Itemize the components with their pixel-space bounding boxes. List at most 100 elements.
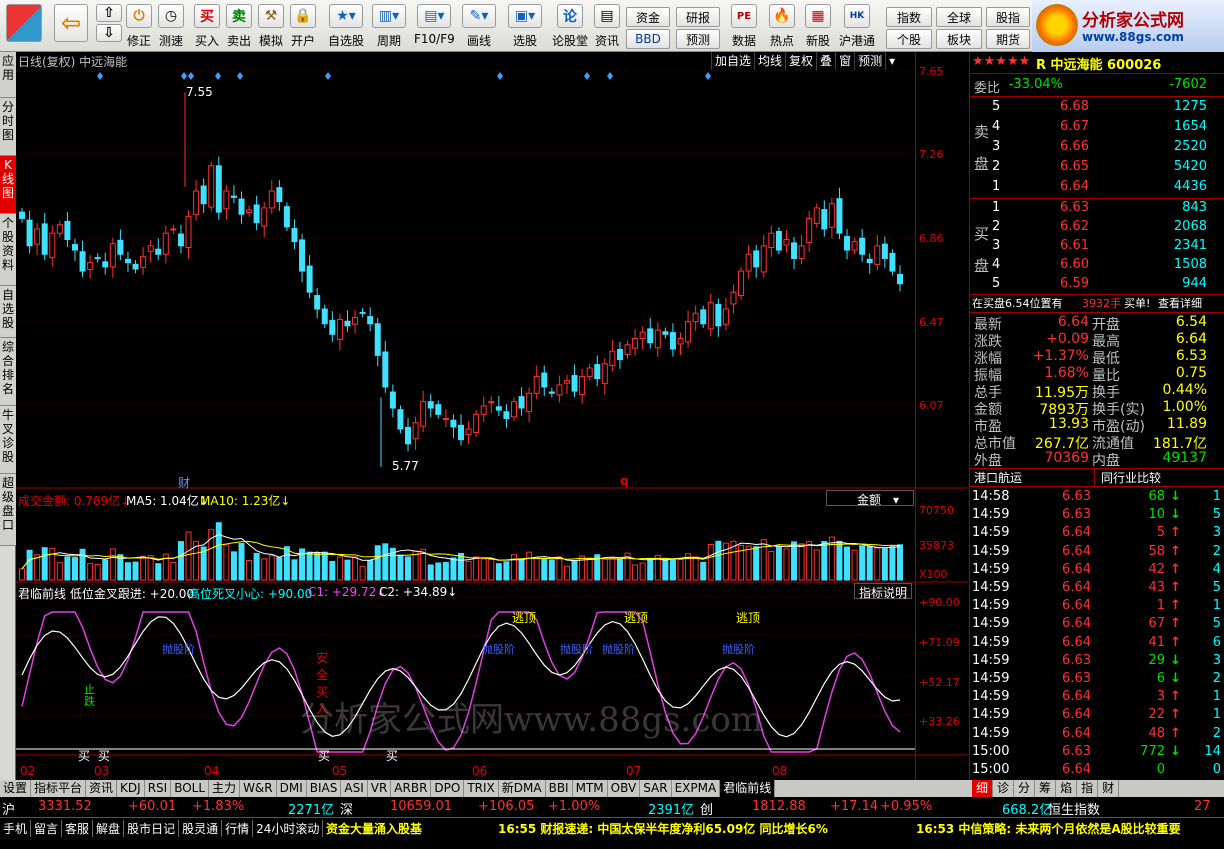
indicator-tab[interactable]: 指标平台	[31, 780, 87, 797]
sell-order-row[interactable]: 5 6.68 1275	[970, 99, 1224, 117]
indicator-tab[interactable]: 主力	[209, 780, 241, 797]
index-button[interactable]: 指数	[886, 7, 932, 27]
ticker-link[interactable]: 股市日记	[124, 820, 180, 837]
indicator-tab[interactable]: SAR	[640, 780, 672, 797]
indicator-high: 高位死叉小心: +90.00	[188, 587, 313, 601]
buy-order-row[interactable]: 3 6.61 2341	[970, 238, 1224, 256]
news-headline-1[interactable]: 资金大量涌入股基	[326, 820, 422, 837]
hotspot-button[interactable]: 🔥 热点	[769, 4, 795, 50]
menu-button[interactable]	[6, 4, 42, 50]
volume-metric-select[interactable]: 金额 ▾	[826, 490, 914, 507]
buy-button[interactable]: 买买入	[194, 4, 220, 50]
panel-tab[interactable]: 筹	[1035, 780, 1057, 797]
news-headline-2[interactable]: 16:55 财报速递: 中国太保半年度净利65.09亿 同比增长6%	[498, 820, 828, 837]
research-button[interactable]: 研报	[676, 7, 720, 27]
indicator-tab[interactable]: VR	[368, 780, 392, 797]
indicator-tab[interactable]: 资讯	[86, 780, 118, 797]
ticker-link[interactable]: 客服	[62, 820, 94, 837]
buy-order-row[interactable]: 2 6.62 2068	[970, 219, 1224, 237]
indicator-tab[interactable]: BBI	[546, 780, 573, 797]
volume-bar	[866, 545, 873, 581]
buy-order-row[interactable]: 4 6.60 1508	[970, 257, 1224, 275]
tab-kline[interactable]: K线图	[0, 156, 16, 214]
ticker-link[interactable]: 留言	[31, 820, 63, 837]
finance-marker[interactable]: 财	[178, 474, 190, 491]
data-button[interactable]: PE 数据	[731, 4, 757, 50]
watchlist-button[interactable]: ★▾ 自选股	[328, 4, 364, 50]
buy-order-row[interactable]: 1 6.63 843	[970, 200, 1224, 218]
ticker-link[interactable]: 手机	[0, 820, 32, 837]
sector-button[interactable]: 板块	[936, 29, 982, 49]
tab-watchlist[interactable]: 自选股	[0, 286, 16, 338]
ticker-link[interactable]: 24小时滚动	[253, 820, 324, 837]
tick-row: 14:59 6.64 42 ↑ 4	[970, 562, 1224, 580]
draw-button[interactable]: ✎▾ 画线	[462, 4, 496, 50]
panel-tab[interactable]: 细	[972, 780, 994, 797]
tab-intraday[interactable]: 分时图	[0, 98, 16, 156]
order-notice[interactable]: 在买盘6.54位置有 3932手 买单! 查看详细	[970, 295, 1224, 313]
back-button[interactable]: ⇦	[54, 4, 88, 50]
indicator-tab[interactable]: BIAS	[307, 780, 342, 797]
open-account-button[interactable]: 🔒 开户	[290, 4, 316, 50]
period-button[interactable]: ▥▾ 周期	[372, 4, 406, 50]
panel-tab[interactable]: 分	[1014, 780, 1036, 797]
global-button[interactable]: 全球	[936, 7, 982, 27]
news-button[interactable]: ▤ 资讯	[594, 4, 620, 50]
tab-super-orderbook[interactable]: 超级盘口	[0, 474, 16, 546]
indicator-tab[interactable]: 新DMA	[499, 780, 546, 797]
tab-ranking[interactable]: 综合排名	[0, 338, 16, 406]
indicator-tab[interactable]: DPO	[431, 780, 465, 797]
tab-peer-compare[interactable]: 同行业比较	[1094, 469, 1161, 486]
indicator-help-button[interactable]: 指标说明	[854, 583, 913, 600]
tab-diagnosis[interactable]: 牛叉诊股	[0, 406, 16, 474]
indicator-tab[interactable]: W&R	[240, 780, 277, 797]
panel-tab[interactable]: 焰	[1056, 780, 1078, 797]
sell-order-row[interactable]: 1 6.64 4436	[970, 179, 1224, 197]
select-stock-button[interactable]: ▣▾ 选股	[508, 4, 542, 50]
f10-button[interactable]: ▤▾ F10/F9	[414, 4, 455, 50]
indicator-tab[interactable]: OBV	[608, 780, 641, 797]
forum-button[interactable]: 论论股堂	[552, 4, 588, 50]
indicator-tab[interactable]: ASI	[341, 780, 368, 797]
simulate-button[interactable]: ⚒ 模拟	[258, 4, 284, 50]
indicator-tab[interactable]: 君临前线	[720, 780, 776, 797]
indicator-tab[interactable]: DMI	[277, 780, 307, 797]
tab-profile[interactable]: 个股资料	[0, 214, 16, 286]
panel-tab[interactable]: 指	[1077, 780, 1099, 797]
notice-detail-link[interactable]: 查看详细	[1158, 295, 1202, 311]
ticker-link[interactable]: 行情	[222, 820, 254, 837]
indicator-tab[interactable]: RSI	[145, 780, 172, 797]
panel-tab[interactable]: 财	[1098, 780, 1120, 797]
indicator-tab[interactable]: EXPMA	[672, 780, 721, 797]
indicator-tab[interactable]: KDJ	[117, 780, 145, 797]
buy-order-row[interactable]: 5 6.59 944	[970, 276, 1224, 294]
up-down-buttons[interactable]: ⇧ ⇩	[96, 4, 122, 50]
indicator-tab[interactable]: MTM	[573, 780, 608, 797]
fix-button[interactable]: ⏻ 修正	[126, 4, 152, 50]
chart-area[interactable]: 日线(复权) 中远海能 加自选 均线 复权 叠 窗 预测 ▾ 7.65 7.26…	[16, 52, 968, 780]
forecast-button[interactable]: 预测	[676, 29, 720, 49]
panel-tab[interactable]: 诊	[993, 780, 1015, 797]
funds-button[interactable]: 资金	[626, 7, 670, 27]
ipo-button[interactable]: ▦ 新股	[805, 4, 831, 50]
indicator-tab[interactable]: TRIX	[464, 780, 499, 797]
ticker-link[interactable]: 解盘	[93, 820, 125, 837]
futures-button[interactable]: 期货	[986, 29, 1030, 49]
buy-price: 6.59	[1060, 276, 1089, 291]
bbd-button[interactable]: BBD	[626, 29, 670, 49]
ticker-link[interactable]: 股灵通	[179, 820, 223, 837]
indicator-tab[interactable]: ARBR	[391, 780, 432, 797]
stock-index-button[interactable]: 股指	[986, 7, 1030, 27]
hk-connect-button[interactable]: HK 沪港通	[839, 4, 875, 50]
sell-order-row[interactable]: 2 6.65 5420	[970, 159, 1224, 177]
tab-industry[interactable]: 港口航运	[974, 469, 1022, 486]
sell-order-row[interactable]: 4 6.67 1654	[970, 119, 1224, 137]
indicator-tab[interactable]: BOLL	[171, 780, 210, 797]
sell-button[interactable]: 卖卖出	[226, 4, 252, 50]
news-headline-3[interactable]: 16:53 中信策略: 未来两个月依然是A股比较重要	[916, 820, 1181, 837]
tab-apps[interactable]: 应用	[0, 52, 16, 98]
speedtest-button[interactable]: ◷ 测速	[158, 4, 184, 50]
stocks-button[interactable]: 个股	[886, 29, 932, 49]
sell-order-row[interactable]: 3 6.66 2520	[970, 139, 1224, 157]
indicator-tab[interactable]: 设置	[0, 780, 32, 797]
